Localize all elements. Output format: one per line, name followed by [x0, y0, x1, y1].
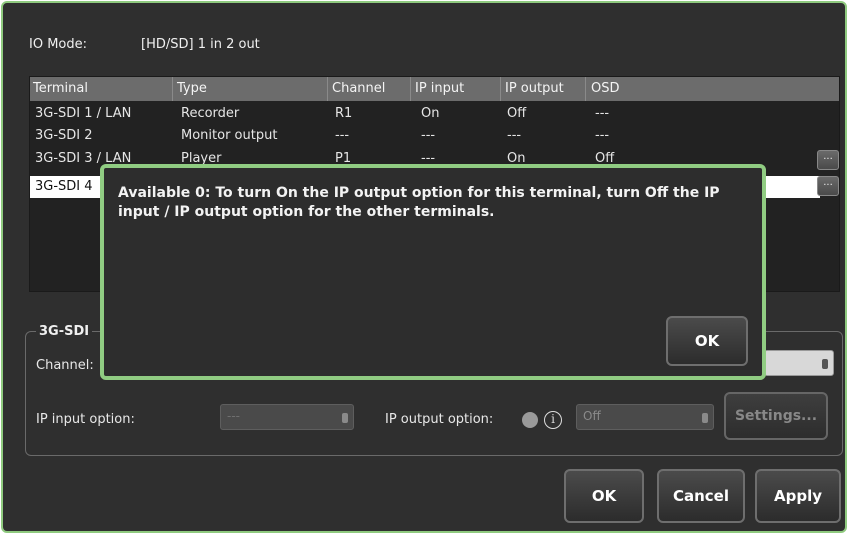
cell-terminal: 3G-SDI 2 [35, 128, 93, 143]
ip-output-option-label: IP output option: [385, 412, 494, 427]
cell-ip-output: Off [507, 106, 527, 121]
column-divider [585, 77, 586, 101]
ip-output-option-select[interactable]: Off [576, 404, 714, 430]
column-header-type[interactable]: Type [177, 81, 207, 96]
cell-ip-input: On [421, 106, 440, 121]
cell-type: Monitor output [181, 128, 278, 143]
cell-channel: R1 [335, 106, 353, 121]
cell-type: Recorder [181, 106, 240, 121]
column-header-ip-output[interactable]: IP output [505, 81, 564, 96]
column-divider [500, 77, 501, 101]
apply-button[interactable]: Apply [755, 469, 841, 523]
cell-ip-output: --- [507, 128, 522, 143]
io-mode-label: IO Mode: [29, 37, 87, 52]
cell-osd: --- [595, 128, 610, 143]
cell-channel: --- [335, 128, 350, 143]
dialog-ok-button[interactable]: OK [666, 316, 748, 366]
ip-input-option-label: IP input option: [36, 412, 135, 427]
table-row[interactable]: 3G-SDI 2 Monitor output --- --- --- --- [30, 125, 820, 147]
column-divider [327, 77, 328, 101]
cell-osd: --- [595, 106, 610, 121]
cell-ip-input: --- [421, 128, 436, 143]
channel-select[interactable] [764, 350, 834, 376]
radio-indicator[interactable] [522, 412, 538, 428]
ip-input-option-select[interactable]: --- [220, 404, 354, 430]
row-more-button[interactable]: ... [817, 176, 839, 196]
cell-terminal: 3G-SDI 1 / LAN [35, 106, 132, 121]
table-row[interactable]: 3G-SDI 1 / LAN Recorder R1 On Off --- [30, 103, 820, 125]
dialog-message: Available 0: To turn On the IP output op… [118, 185, 720, 220]
ok-button[interactable]: OK [564, 469, 644, 523]
io-mode: IO Mode: [HD/SD] 1 in 2 out [29, 37, 260, 52]
row-more-button[interactable]: ... [817, 150, 839, 170]
chevron-down-icon [342, 413, 348, 423]
io-mode-value: [HD/SD] 1 in 2 out [141, 37, 260, 52]
cancel-button[interactable]: Cancel [657, 469, 745, 523]
column-header-ip-input[interactable]: IP input [415, 81, 464, 96]
column-header-channel[interactable]: Channel [332, 81, 385, 96]
settings-button[interactable]: Settings... [724, 392, 828, 440]
chevron-down-icon [822, 359, 828, 369]
table-header: Terminal Type Channel IP input IP output… [30, 77, 839, 101]
cell-terminal: 3G-SDI 4 [35, 179, 93, 194]
ip-input-option-value: --- [227, 409, 240, 423]
column-divider [172, 77, 173, 101]
info-icon[interactable]: i [544, 411, 562, 429]
column-header-terminal[interactable]: Terminal [33, 81, 88, 96]
chevron-down-icon [702, 413, 708, 423]
column-divider [410, 77, 411, 101]
channel-label: Channel: [36, 358, 94, 373]
column-header-osd[interactable]: OSD [591, 81, 620, 96]
warning-dialog: Available 0: To turn On the IP output op… [100, 164, 766, 380]
group-title: 3G-SDI [36, 324, 93, 339]
ip-output-option-value: Off [583, 409, 601, 423]
